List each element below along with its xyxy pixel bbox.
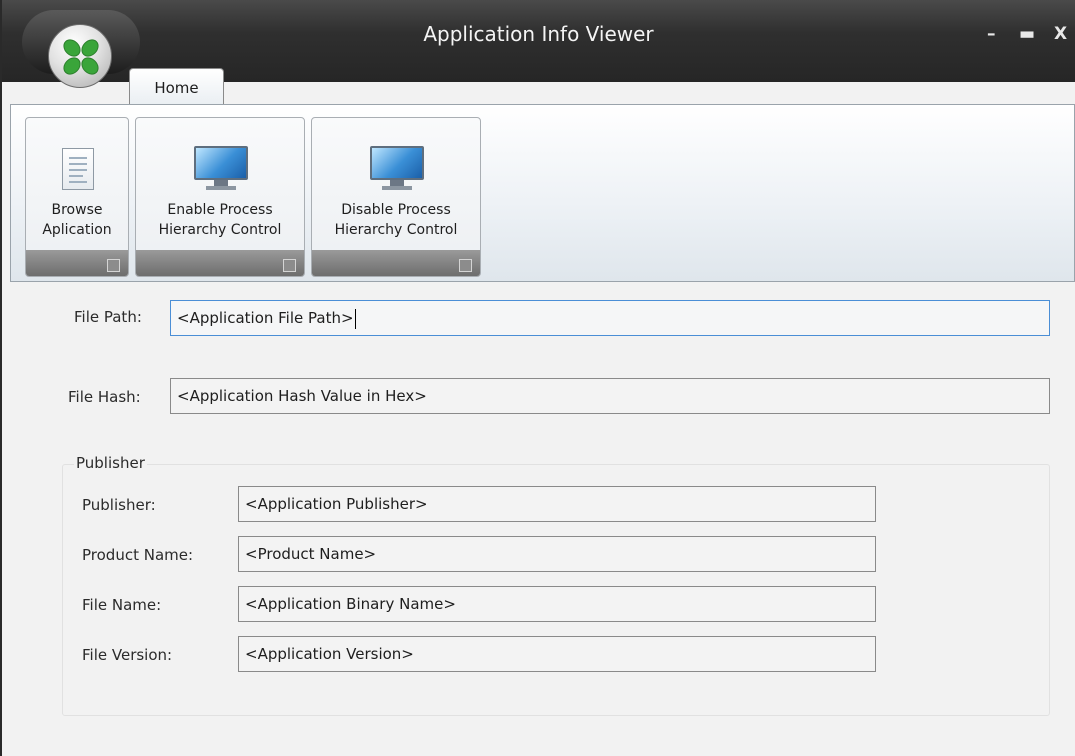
file-path-input[interactable]: <Application File Path> (170, 300, 1050, 336)
document-icon (62, 148, 94, 190)
text-caret (354, 308, 356, 329)
file-hash-label: File Hash: (68, 388, 141, 406)
dialog-launcher-icon[interactable] (283, 259, 296, 272)
group-footer (136, 250, 304, 276)
product-name-field[interactable]: <Product Name> (238, 536, 876, 572)
file-name-label: File Name: (82, 596, 162, 614)
app-window: Application Info Viewer – ▬ X Home Brows… (0, 0, 1075, 756)
file-version-label: File Version: (82, 646, 173, 664)
publisher-group-title: Publisher (74, 454, 147, 472)
group-footer (26, 250, 128, 276)
disable-process-hierarchy-button[interactable]: Disable Process Hierarchy Control (311, 117, 481, 277)
file-path-label: File Path: (74, 308, 142, 326)
file-hash-input[interactable]: <Application Hash Value in Hex> (170, 378, 1050, 414)
publisher-field[interactable]: <Application Publisher> (238, 486, 876, 522)
dialog-launcher-icon[interactable] (459, 259, 472, 272)
ribbon: Browse Aplication Enable Process Hierarc… (10, 104, 1075, 282)
close-button[interactable]: X (1054, 24, 1067, 44)
tab-home[interactable]: Home (129, 68, 224, 106)
publisher-label: Publisher: (82, 496, 156, 514)
maximize-button[interactable]: ▬ (1019, 24, 1035, 44)
enable-process-hierarchy-label: Enable Process Hierarchy Control (158, 202, 282, 238)
window-title: Application Info Viewer (423, 22, 654, 46)
file-version-field[interactable]: <Application Version> (238, 636, 876, 672)
product-name-label: Product Name: (82, 546, 194, 564)
browse-application-button[interactable]: Browse Aplication (25, 117, 129, 277)
file-name-field[interactable]: <Application Binary Name> (238, 586, 876, 622)
group-footer (312, 250, 480, 276)
browse-application-label: Browse Aplication (42, 202, 112, 238)
monitor-icon (194, 146, 248, 190)
dialog-launcher-icon[interactable] (107, 259, 120, 272)
enable-process-hierarchy-button[interactable]: Enable Process Hierarchy Control (135, 117, 305, 277)
form-panel: File Path: <Application File Path> File … (4, 284, 1075, 756)
minimize-button[interactable]: – (987, 24, 996, 44)
disable-process-hierarchy-label: Disable Process Hierarchy Control (334, 202, 458, 238)
monitor-icon (370, 146, 424, 190)
